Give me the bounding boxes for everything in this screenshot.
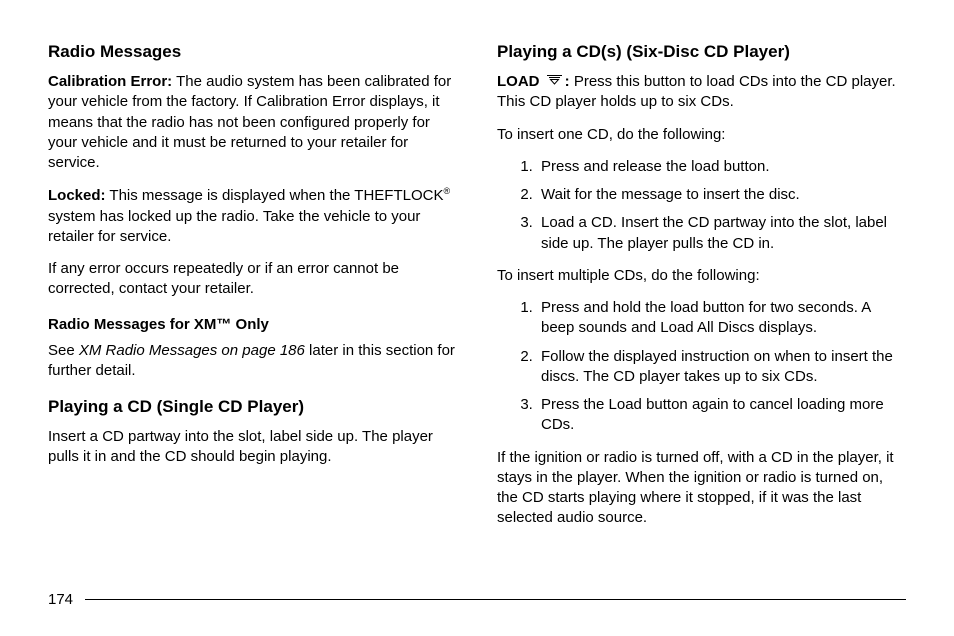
bold-label: LOAD <box>497 73 540 90</box>
paragraph-ignition: If the ignition or radio is turned off, … <box>497 448 906 529</box>
page-footer: 174 <box>48 591 906 608</box>
heading-xm-only: Radio Messages for XM™ Only <box>48 316 457 333</box>
list-item: Load a CD. Insert the CD partway into th… <box>537 213 906 254</box>
list-item: Follow the displayed instruction on when… <box>537 347 906 388</box>
heading-single-cd: Playing a CD (Single CD Player) <box>48 397 457 417</box>
paragraph-single-cd: Insert a CD partway into the slot, label… <box>48 427 457 468</box>
registered-symbol: ® <box>443 186 450 196</box>
paragraph-text: This message is displayed when the THEFT… <box>109 187 443 204</box>
load-disc-icon <box>546 72 563 92</box>
right-column: Playing a CD(s) (Six-Disc CD Player) LOA… <box>497 42 906 541</box>
heading-six-disc: Playing a CD(s) (Six-Disc CD Player) <box>497 42 906 62</box>
paragraph-error-repeat: If any error occurs repeatedly or if an … <box>48 259 457 300</box>
paragraph-insert-multi: To insert multiple CDs, do the following… <box>497 266 906 286</box>
left-column: Radio Messages Calibration Error: The au… <box>48 42 457 541</box>
bold-label: Calibration Error: <box>48 73 172 90</box>
list-insert-one: Press and release the load button. Wait … <box>497 157 906 254</box>
list-insert-multi: Press and hold the load button for two s… <box>497 298 906 436</box>
page-number: 174 <box>48 591 73 608</box>
list-item: Press and hold the load button for two s… <box>537 298 906 339</box>
paragraph-text: See <box>48 342 75 359</box>
list-item: Press and release the load button. <box>537 157 906 177</box>
page-columns: Radio Messages Calibration Error: The au… <box>48 42 906 541</box>
paragraph-locked: Locked: This message is displayed when t… <box>48 185 457 247</box>
italic-ref: XM Radio Messages on page 186 <box>79 342 305 359</box>
paragraph-xm-ref: See XM Radio Messages on page 186 later … <box>48 341 457 382</box>
paragraph-insert-one: To insert one CD, do the following: <box>497 125 906 145</box>
paragraph-load: LOAD : Press this button to load CDs int… <box>497 72 906 113</box>
paragraph-text: system has locked up the radio. Take the… <box>48 208 420 245</box>
heading-radio-messages: Radio Messages <box>48 42 457 62</box>
bold-colon: : <box>565 73 570 90</box>
list-item: Wait for the message to insert the disc. <box>537 185 906 205</box>
bold-label: Locked: <box>48 187 106 204</box>
paragraph-calibration-error: Calibration Error: The audio system has … <box>48 72 457 173</box>
footer-divider <box>85 599 906 600</box>
list-item: Press the Load button again to cancel lo… <box>537 395 906 436</box>
